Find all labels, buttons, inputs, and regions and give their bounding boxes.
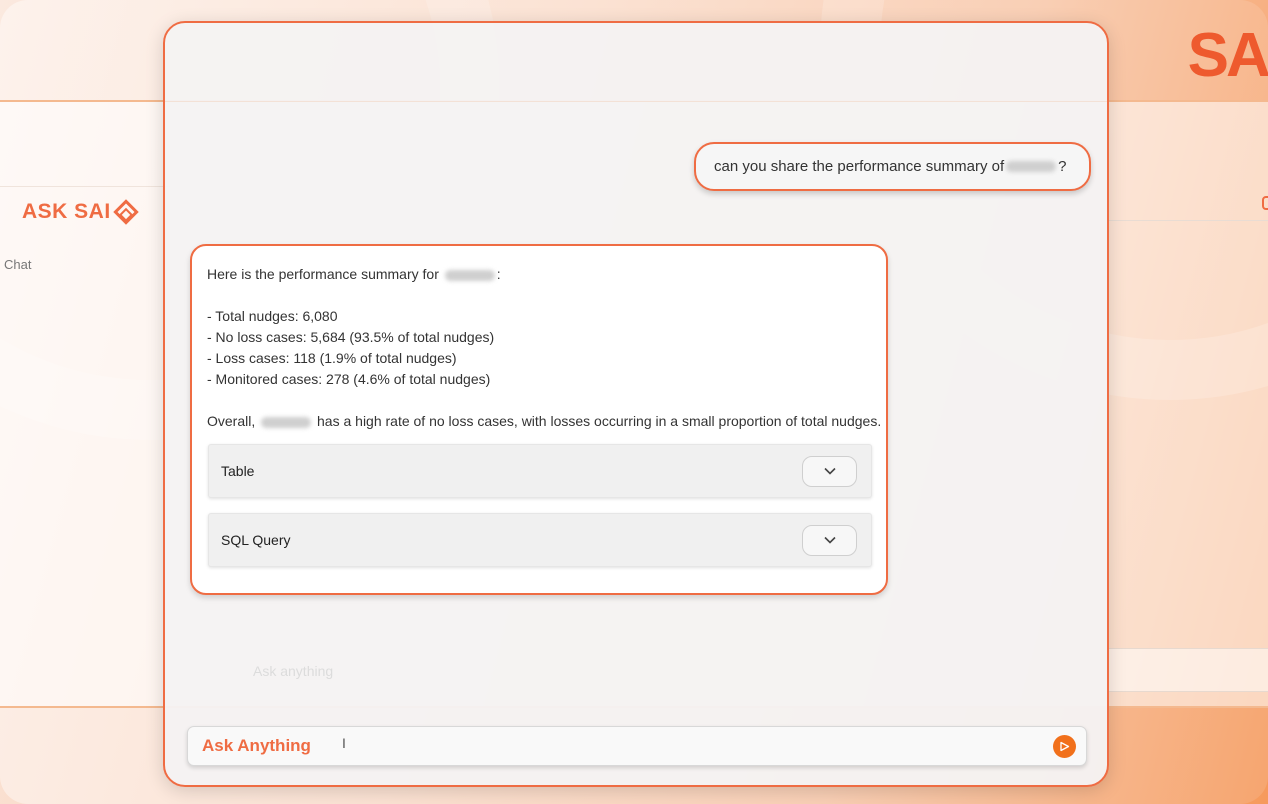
chat-modal: can you share the performance summary of… — [163, 21, 1109, 787]
assistant-overall-prefix: Overall, — [207, 413, 256, 429]
chat-input-bar[interactable]: I — [187, 726, 1087, 766]
chevron-down-icon — [823, 536, 836, 544]
ask-input[interactable] — [202, 731, 1022, 761]
modal-header-divider — [165, 101, 1107, 102]
ask-sai-logo-text: ASK SAI — [22, 200, 111, 223]
sql-query-expand-button[interactable] — [802, 524, 857, 556]
app-frame: SAI ASK SAI Chat can you share the perfo… — [0, 0, 1268, 804]
sai-diamond-icon — [112, 199, 139, 225]
redacted-name — [261, 416, 312, 428]
text-cursor-icon: I — [342, 735, 346, 751]
assistant-intro: Here is the performance summary for : — [207, 264, 871, 285]
user-message-text: can you share the performance summary of — [714, 158, 1005, 175]
sql-query-accordion[interactable]: SQL Query — [208, 513, 872, 567]
summary-bullet: - Total nudges: 6,080 — [207, 308, 338, 324]
ask-sai-logo: ASK SAI — [22, 199, 139, 225]
assistant-intro-text: Here is the performance summary for — [207, 266, 439, 282]
assistant-overall-text: has a high rate of no loss cases, with l… — [317, 413, 882, 429]
assistant-overall: Overall, has a high rate of no loss case… — [207, 411, 881, 432]
sidebar-item-chat[interactable]: Chat — [4, 257, 31, 272]
sql-query-accordion-label: SQL Query — [221, 531, 291, 548]
assistant-intro-suffix: : — [496, 266, 501, 282]
background-divider — [1108, 220, 1268, 221]
user-message: can you share the performance summary of… — [694, 142, 1091, 191]
table-accordion-label: Table — [221, 462, 255, 479]
summary-bullet: - Loss cases: 118 (1.9% of total nudges) — [207, 350, 457, 366]
sidebar-divider — [0, 186, 170, 187]
assistant-message: Here is the performance summary for : - … — [190, 244, 888, 595]
table-expand-button[interactable] — [802, 455, 857, 487]
user-message-suffix: ? — [1058, 158, 1067, 175]
send-icon — [1060, 741, 1070, 752]
chevron-down-icon — [823, 467, 836, 475]
send-button[interactable] — [1053, 735, 1076, 758]
summary-bullet: - No loss cases: 5,684 (93.5% of total n… — [207, 329, 495, 345]
expand-icon[interactable] — [1262, 196, 1268, 210]
redacted-name — [1006, 161, 1057, 172]
summary-bullet: - Monitored cases: 278 (4.6% of total nu… — [207, 371, 491, 387]
sai-logo: SAI — [1187, 21, 1268, 90]
redacted-name — [444, 269, 495, 281]
table-accordion[interactable]: Table — [208, 444, 872, 498]
background-input-placeholder: Ask anything — [253, 663, 334, 679]
background-input — [1108, 648, 1268, 692]
